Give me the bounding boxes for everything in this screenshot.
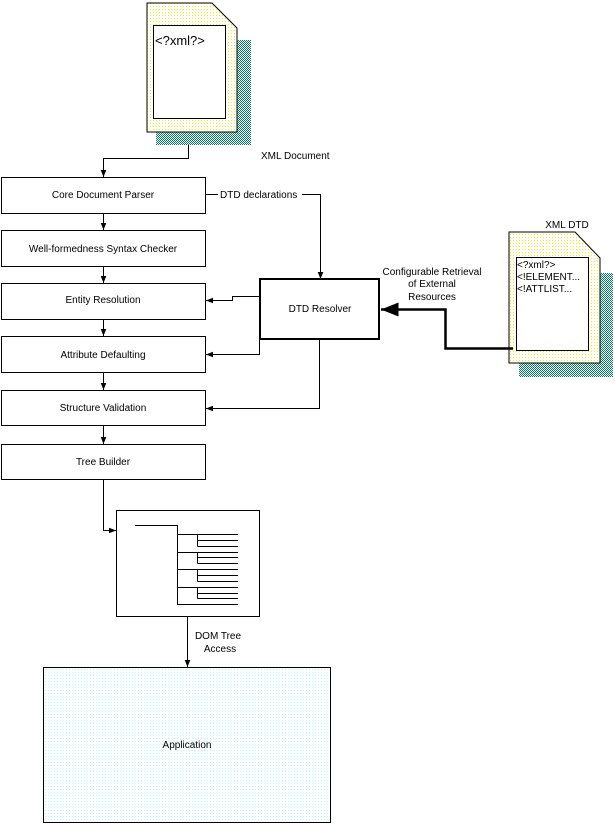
pipeline-box-attribute-defaulting: Attribute Defaulting: [1, 336, 206, 373]
arrow-to-structure: [206, 339, 320, 412]
xml-document-label: XML Document: [261, 151, 330, 162]
arrow-doc-to-parser: [100, 145, 189, 177]
box-label: Entity Resolution: [65, 295, 140, 306]
xml-dtd-icon: <?xml?> <!ELEMENT... <!ATTLIST...: [508, 231, 613, 377]
arrow-retrieval: [381, 302, 513, 350]
retrieval-label: Configurable Retrieval: [383, 267, 482, 278]
box-label: Attribute Defaulting: [60, 350, 145, 361]
xml-document-content: <?xml?>: [155, 33, 205, 48]
arrow-dtd-declarations: [205, 194, 321, 280]
dom-access-label: DOM Tree: [195, 631, 242, 642]
dom-access-label: Access: [204, 644, 236, 655]
box-label: Core Document Parser: [52, 190, 155, 201]
pipeline-box-tree-builder: Tree Builder: [1, 444, 206, 480]
pipeline-box-core-parser: Core Document Parser: [1, 177, 206, 214]
arrow-to-tree: [103, 480, 116, 534]
xml-dtd-label: XML DTD: [545, 220, 589, 231]
box-label: Well-formedness Syntax Checker: [29, 244, 178, 255]
dtd-declarations-label: DTD declarations: [220, 190, 297, 201]
box-label: Application: [163, 740, 212, 751]
pipeline-box-entity-resolution: Entity Resolution: [1, 283, 206, 320]
box-label: Tree Builder: [76, 457, 131, 468]
pipeline-box-wellformedness: Well-formedness Syntax Checker: [1, 230, 206, 267]
dtd-resolver-box: DTD Resolver: [259, 278, 380, 340]
application-box: Application: [43, 667, 331, 823]
box-label: DTD Resolver: [289, 304, 352, 315]
dom-tree-icon: [116, 510, 260, 617]
xml-processing-diagram: <?xml?> XML Document <?xml?> <!ELEMENT..…: [1, 2, 613, 823]
retrieval-label: Resources: [408, 292, 456, 303]
arrow-to-attribute: [206, 339, 260, 358]
dtd-line: <!ATTLIST...: [517, 284, 572, 295]
pipeline-box-structure-validation: Structure Validation: [1, 390, 206, 426]
dtd-line: <!ELEMENT...: [517, 272, 580, 283]
arrow-to-entity: [206, 296, 259, 304]
box-label: Structure Validation: [60, 403, 147, 414]
xml-document-icon: <?xml?>: [146, 2, 251, 145]
retrieval-label: of External: [408, 279, 456, 290]
dtd-line: <?xml?>: [517, 260, 556, 271]
